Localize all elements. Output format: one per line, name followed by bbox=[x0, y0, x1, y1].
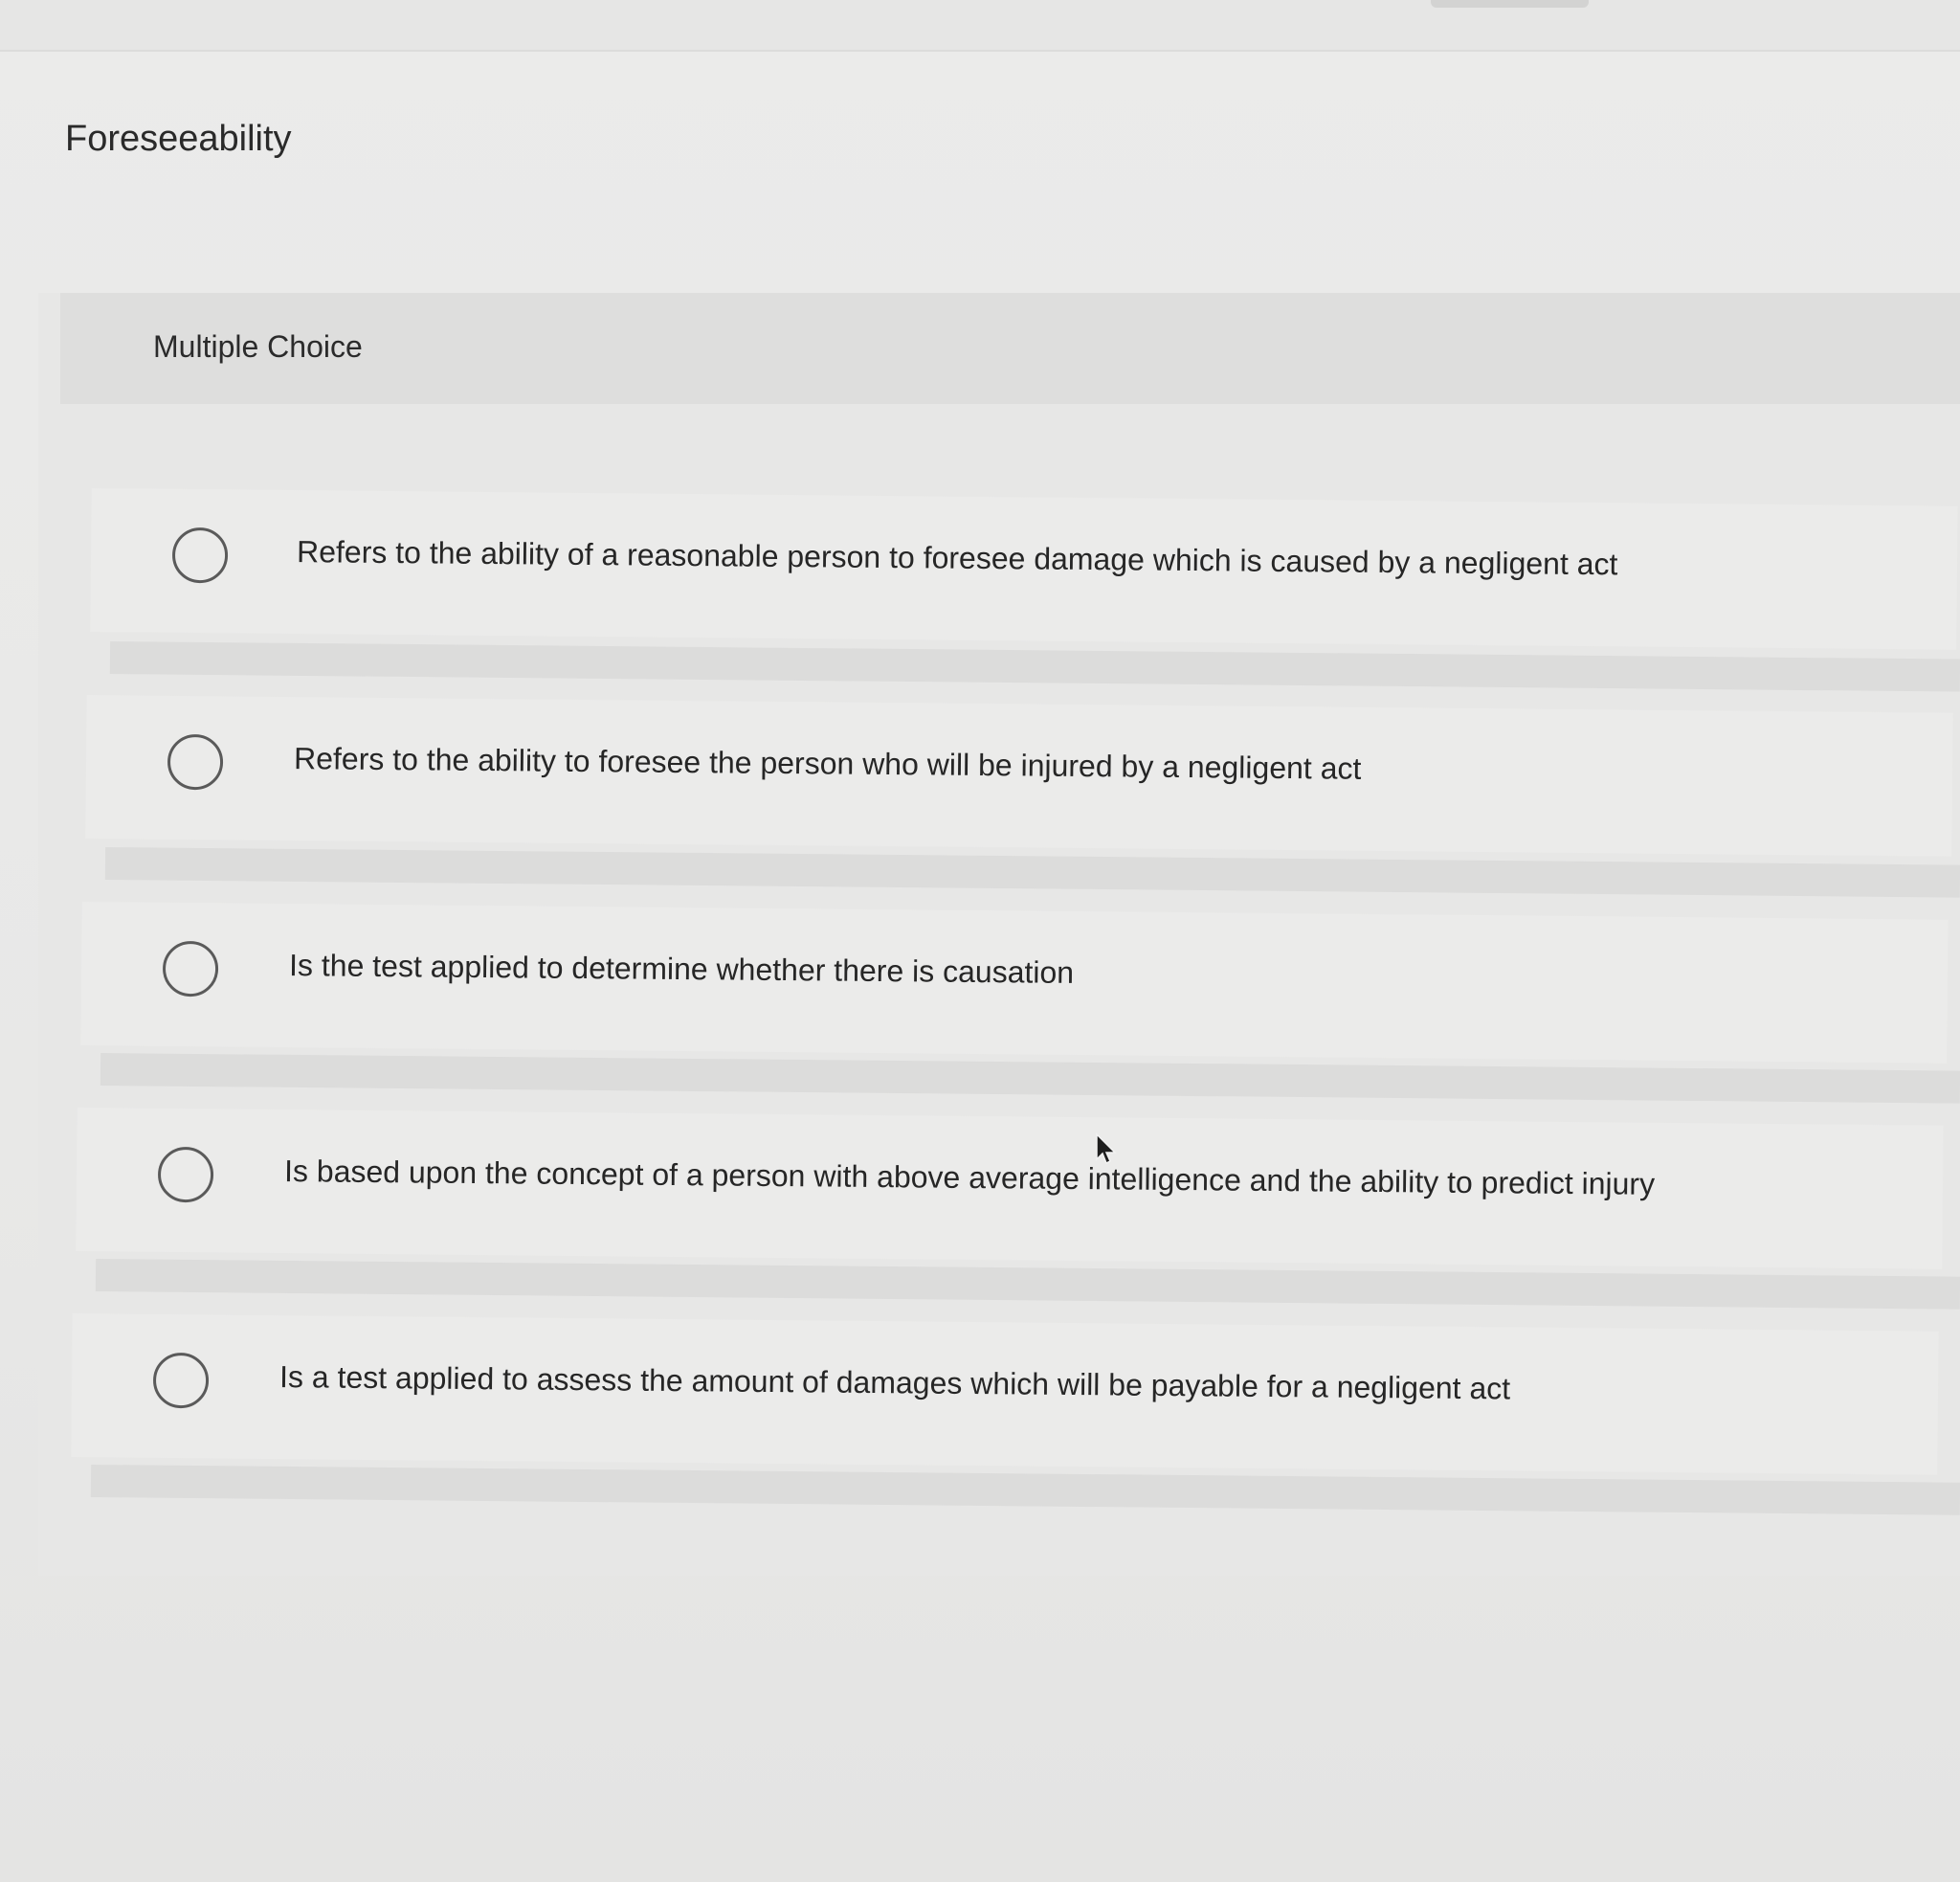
option-label: Is the test applied to determine whether… bbox=[288, 948, 1075, 990]
option-1[interactable]: Refers to the ability of a reasonable pe… bbox=[90, 488, 1958, 650]
option-label: Is a test applied to assess the amount o… bbox=[278, 1359, 1511, 1406]
radio-button-unselected-icon[interactable] bbox=[167, 733, 224, 791]
option-3[interactable]: Is the test applied to determine whether… bbox=[80, 902, 1949, 1064]
mouse-pointer-icon bbox=[1096, 1132, 1117, 1165]
option-label: Is based upon the concept of a person wi… bbox=[283, 1154, 1656, 1201]
radio-button-unselected-icon[interactable] bbox=[171, 527, 229, 584]
radio-button-unselected-icon[interactable] bbox=[162, 940, 219, 997]
radio-button-unselected-icon[interactable] bbox=[152, 1352, 210, 1409]
option-4[interactable]: Is based upon the concept of a person wi… bbox=[76, 1108, 1944, 1269]
option-label: Refers to the ability to foresee the per… bbox=[293, 741, 1362, 786]
screen: Foreseeability Multiple Choice Refers to… bbox=[0, 0, 1960, 1882]
option-divider bbox=[104, 847, 1960, 898]
radio-button-unselected-icon[interactable] bbox=[157, 1146, 214, 1203]
option-divider bbox=[109, 641, 1960, 692]
option-2[interactable]: Refers to the ability to foresee the per… bbox=[85, 695, 1953, 857]
answer-options: Refers to the ability of a reasonable pe… bbox=[0, 0, 1960, 1882]
option-label: Refers to the ability of a reasonable pe… bbox=[296, 534, 1618, 582]
option-5[interactable]: Is a test applied to assess the amount o… bbox=[71, 1313, 1939, 1475]
